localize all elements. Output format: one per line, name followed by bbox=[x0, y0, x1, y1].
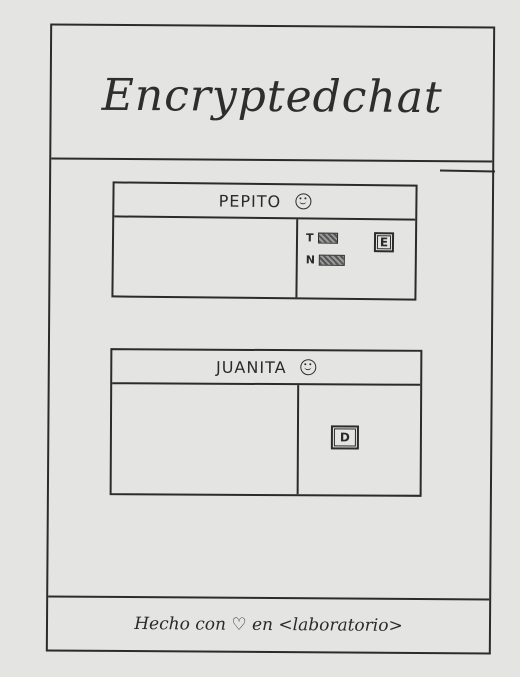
app-title: Encryptedchat bbox=[101, 69, 443, 123]
app-window: Encryptedchat Hecho con ♡ en <laboratori… bbox=[45, 23, 496, 655]
field-input-t[interactable] bbox=[317, 232, 338, 244]
panel-title-row: PEPITO bbox=[114, 183, 416, 221]
field-row-t: T bbox=[305, 231, 338, 245]
controls-column: D bbox=[296, 385, 421, 495]
panel-user-name: JUANITA bbox=[215, 357, 287, 377]
chat-panel-pepito: PEPITO T N E bbox=[111, 181, 418, 301]
field-label-t: T bbox=[305, 231, 314, 245]
panel-user-name: PEPITO bbox=[218, 191, 282, 211]
message-area[interactable] bbox=[112, 384, 300, 494]
encrypt-button[interactable]: E bbox=[373, 232, 395, 253]
field-label-n: N bbox=[305, 253, 316, 267]
message-area[interactable] bbox=[113, 217, 298, 297]
panel-body: T N E bbox=[113, 217, 416, 299]
footer-text: Hecho con ♡ en <laboratorio> bbox=[134, 614, 403, 636]
app-footer: Hecho con ♡ en <laboratorio> bbox=[47, 595, 490, 653]
controls-column: T N E bbox=[295, 219, 416, 299]
decrypt-button[interactable]: D bbox=[330, 425, 359, 450]
field-input-n[interactable] bbox=[318, 254, 346, 266]
smiley-icon bbox=[295, 193, 312, 210]
chat-panel-juanita: JUANITA D bbox=[109, 348, 423, 497]
smiley-icon bbox=[300, 359, 317, 376]
app-header: Encryptedchat bbox=[51, 25, 494, 163]
panel-title-row: JUANITA bbox=[112, 350, 421, 386]
field-row-n: N bbox=[305, 253, 346, 267]
panel-body: D bbox=[112, 384, 421, 495]
